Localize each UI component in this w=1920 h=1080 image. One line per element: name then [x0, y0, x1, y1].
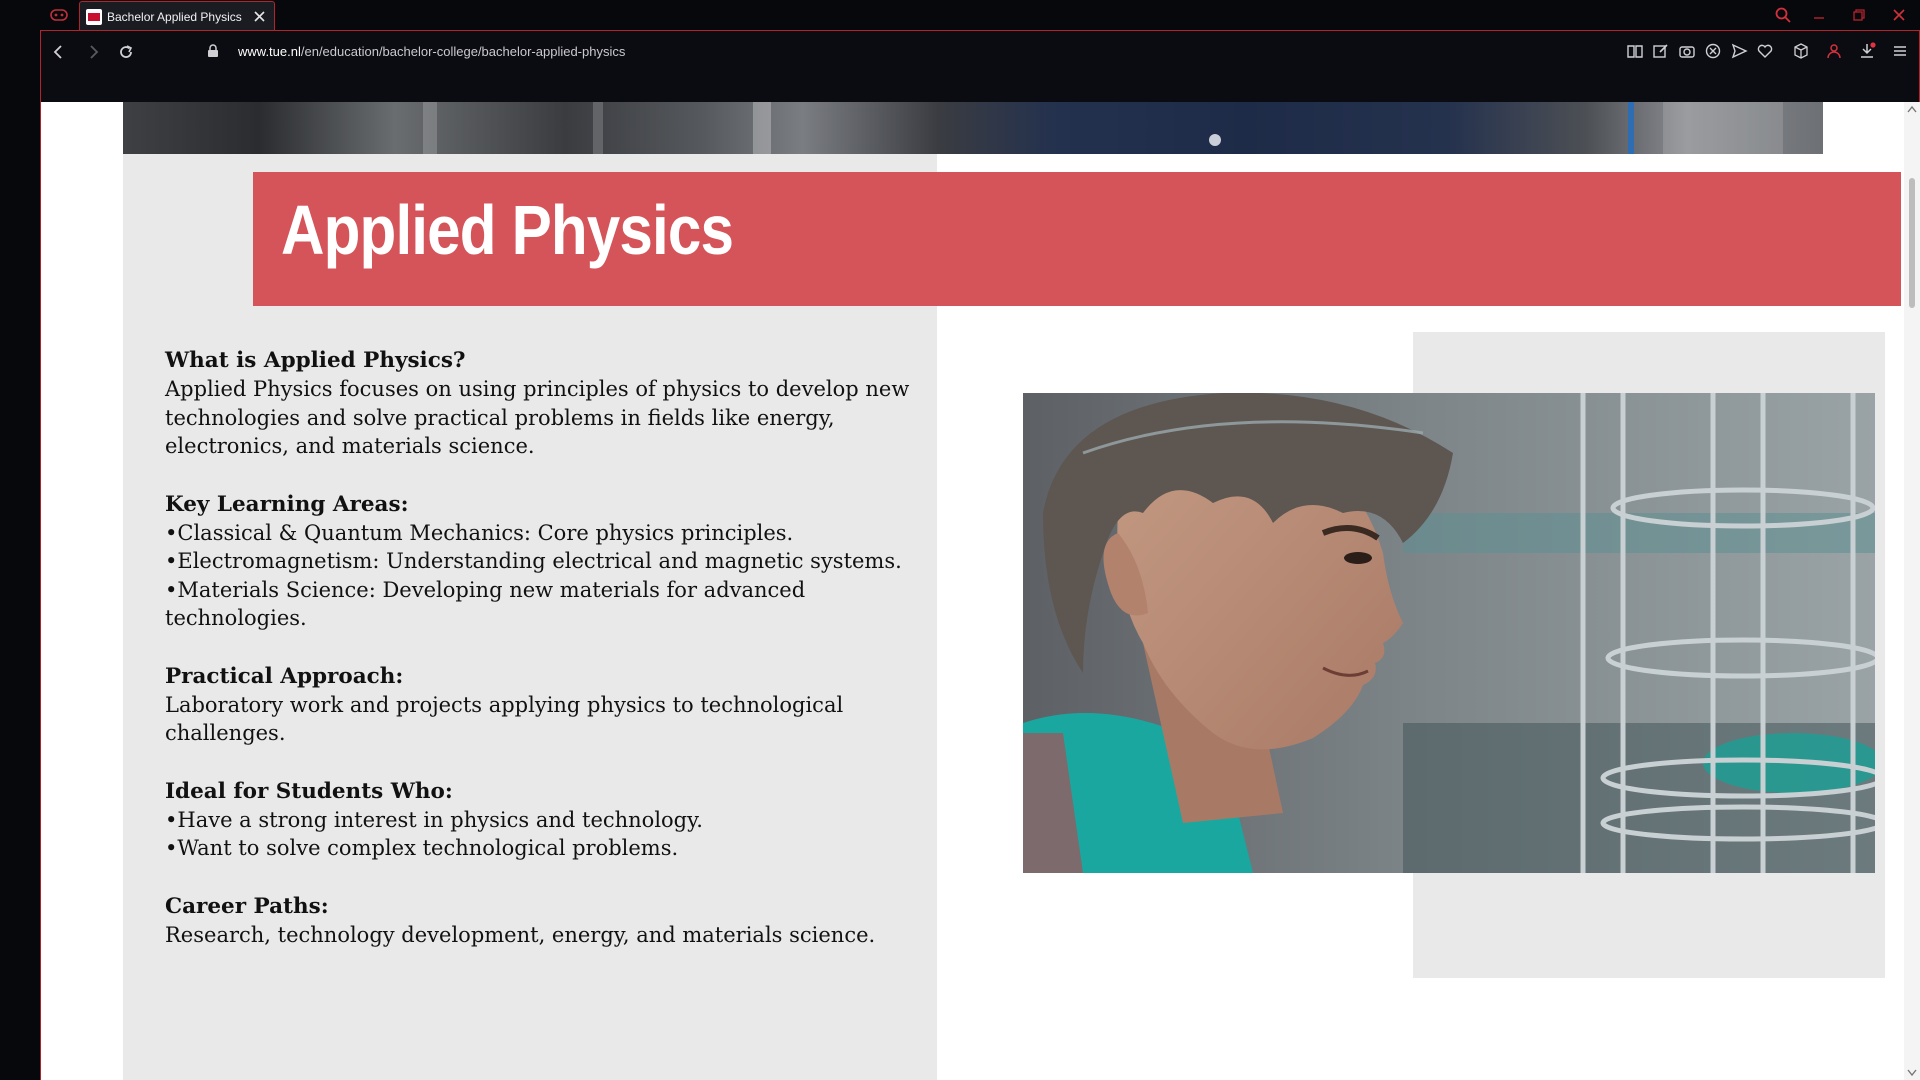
box-icon[interactable] — [1792, 42, 1810, 60]
shirt-button — [1209, 134, 1221, 146]
hero-image-strip — [123, 102, 1823, 154]
address-bar[interactable]: www.tue.nl/en/education/bachelor-college… — [161, 36, 1601, 66]
lock-icon — [208, 44, 218, 57]
adblock-icon[interactable] — [1704, 42, 1722, 60]
profile-icon[interactable] — [1825, 42, 1843, 60]
list-item: •Classical & Quantum Mechanics: Core phy… — [165, 520, 794, 545]
heart-icon[interactable] — [1756, 42, 1774, 60]
section-heading: What is Applied Physics? — [165, 348, 466, 373]
scroll-up-icon[interactable] — [1907, 105, 1917, 113]
browser-toolbar: www.tue.nl/en/education/bachelor-college… — [40, 30, 1920, 102]
section-ideal-students: Ideal for Students Who: •Have a strong i… — [165, 777, 935, 863]
camera-icon[interactable] — [1678, 42, 1696, 60]
list-item: •Electromagnetism: Understanding electri… — [165, 549, 902, 573]
page-viewport: Applied Physics What is Applied Physics?… — [40, 102, 1920, 1080]
page-scrollbar[interactable] — [1904, 102, 1920, 1080]
list-item: •Have a strong interest in physics and t… — [165, 807, 703, 832]
url-path: /en/education/bachelor-college/bachelor-… — [300, 43, 626, 59]
close-window-icon[interactable] — [1890, 6, 1908, 24]
tab-bar: Bachelor Applied Physics — [0, 0, 1920, 31]
section-text: Applied Physics focuses on using princip… — [165, 377, 910, 458]
close-icon[interactable] — [253, 10, 266, 23]
tue-favicon-icon — [86, 8, 102, 25]
gamepad-icon[interactable] — [50, 8, 68, 22]
scroll-down-icon[interactable] — [1907, 1069, 1917, 1077]
back-icon[interactable] — [49, 42, 69, 62]
download-icon[interactable] — [1858, 42, 1876, 60]
program-description: What is Applied Physics? Applied Physics… — [165, 346, 935, 978]
page-title: Applied Physics — [281, 191, 734, 269]
student-illustration — [1023, 393, 1875, 873]
browser-sidebar-rail — [0, 0, 40, 1080]
menu-icon[interactable] — [1891, 42, 1909, 60]
list-item: •Materials Science: Developing new mater… — [165, 577, 806, 631]
section-practical-approach: Practical Approach: Laboratory work and … — [165, 662, 935, 748]
send-icon[interactable] — [1730, 42, 1748, 60]
url-domain: www.tue.nl — [238, 43, 301, 59]
scroll-thumb[interactable] — [1909, 178, 1915, 308]
section-career-paths: Career Paths: Research, technology devel… — [165, 892, 935, 950]
edit-icon[interactable] — [1652, 42, 1670, 60]
minimize-icon[interactable] — [1810, 6, 1828, 24]
section-text: Research, technology development, energy… — [165, 922, 876, 947]
forward-icon[interactable] — [83, 42, 103, 62]
section-key-learning-areas: Key Learning Areas: •Classical & Quantum… — [165, 490, 935, 633]
search-icon[interactable] — [1774, 6, 1792, 24]
section-heading: Key Learning Areas: — [165, 491, 409, 517]
list-item: •Want to solve complex technological pro… — [165, 836, 679, 860]
section-heading: Career Paths: — [165, 893, 329, 919]
url-text: www.tue.nl/en/education/bachelor-college… — [238, 44, 625, 59]
section-what-is: What is Applied Physics? Applied Physics… — [165, 346, 935, 461]
section-text: Laboratory work and projects applying ph… — [165, 692, 844, 746]
reload-icon[interactable] — [116, 42, 136, 62]
section-heading: Ideal for Students Who: — [165, 778, 453, 804]
reader-mode-icon[interactable] — [1626, 42, 1644, 60]
section-heading: Practical Approach: — [165, 663, 404, 689]
tab-title: Bachelor Applied Physics — [107, 9, 242, 24]
restore-icon[interactable] — [1850, 6, 1868, 24]
tab-bachelor-applied-physics[interactable]: Bachelor Applied Physics — [79, 1, 275, 31]
